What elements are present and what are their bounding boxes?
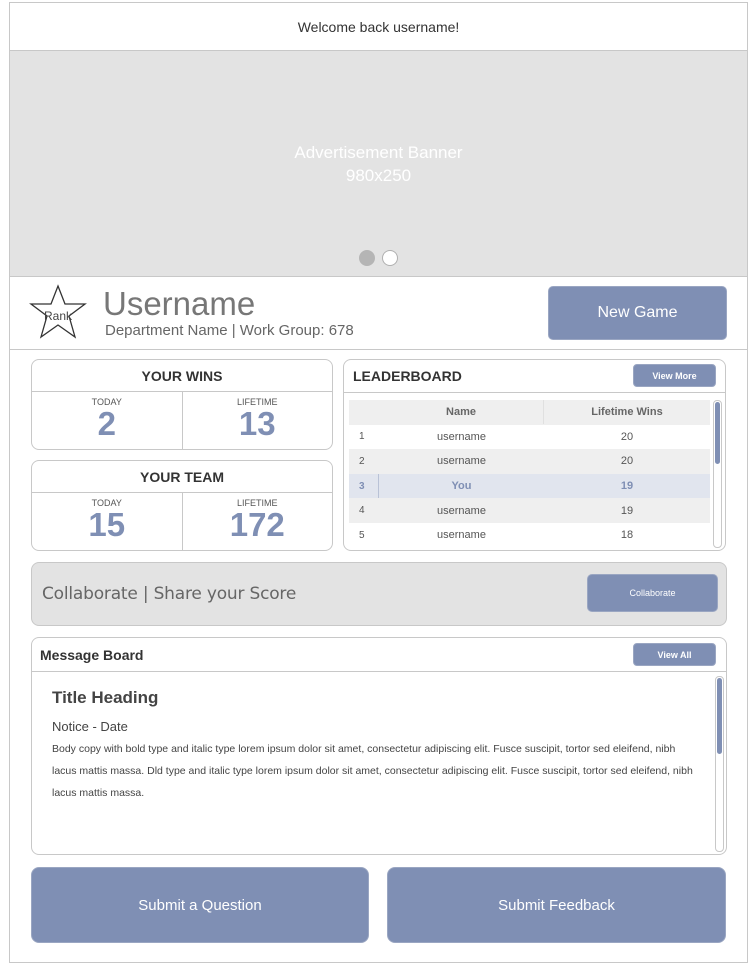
message-board-scrollbar[interactable] [715,676,724,852]
welcome-bar: Welcome back username! [10,3,747,51]
message-post: Title Heading Notice - Date Body copy wi… [52,688,702,804]
post-notice: Notice - Date [52,719,128,734]
row-name: You [451,480,472,493]
leaderboard-header: LEADERBOARD View More [344,360,725,393]
leaderboard-card: LEADERBOARD View More Name Lifetime Wins… [343,359,726,551]
collaborate-button[interactable]: Collaborate [587,574,718,612]
view-more-button[interactable]: View More [633,364,716,387]
row-wins: 20 [620,455,634,468]
message-board-header: Message Board View All [32,638,726,672]
leaderboard-row[interactable]: 4 username 19 [349,498,710,523]
advertisement-banner[interactable]: Advertisement Banner 980x250 [10,51,747,277]
profile-header: Rank Username Department Name | Work Gro… [10,278,747,350]
welcome-text: Welcome back username! [297,18,460,35]
banner-dot-1[interactable] [359,250,375,266]
leaderboard-row[interactable]: 2 username 20 [349,449,710,474]
row-wins: 20 [620,430,634,443]
username: Username [103,285,256,322]
rank-badge: Rank [29,284,87,340]
column-name[interactable]: Name [379,400,544,425]
view-all-button[interactable]: View All [633,643,716,666]
wins-today-value: 2 [97,405,116,442]
team-lifetime: LIFETIME 172 [181,493,333,550]
row-wins: 19 [620,480,634,493]
row-rank: 2 [359,455,365,467]
your-wins-title: YOUR WINS [32,360,332,392]
row-wins: 19 [620,504,634,517]
submit-question-button[interactable]: Submit a Question [31,867,369,943]
new-game-button[interactable]: New Game [548,286,727,340]
collaborate-panel: Collaborate | Share your Score Collabora… [31,562,727,626]
row-wins: 18 [620,529,634,542]
wins-lifetime-value: 13 [238,405,276,442]
team-today-value: 15 [88,506,126,543]
leaderboard-table: Name Lifetime Wins 1 username 20 2 usern… [349,400,710,548]
message-board-card: Message Board View All Title Heading Not… [31,637,727,855]
rank-label: Rank [43,309,72,323]
row-rank: 1 [359,431,365,443]
collaborate-text: Collaborate | Share your Score [42,584,297,604]
column-lifetime-wins[interactable]: Lifetime Wins [544,406,710,418]
department-info: Department Name | Work Group: 678 [105,322,354,339]
team-today: TODAY 15 [32,493,182,550]
leaderboard-row[interactable]: 1 username 20 [349,425,710,450]
leaderboard-title: LEADERBOARD [353,368,462,384]
row-name: username [437,504,486,517]
banner-size: 980x250 [345,166,412,185]
leaderboard-row-you[interactable]: 3 You 19 [349,473,710,499]
your-team-title: YOUR TEAM [32,461,332,493]
your-wins-card: YOUR WINS TODAY 2 LIFETIME 13 [31,359,333,450]
leaderboard-scrollbar[interactable] [713,400,722,548]
row-name: username [437,529,486,542]
post-title: Title Heading [52,688,159,707]
row-rank: 3 [349,474,379,499]
row-rank: 5 [359,529,365,541]
submit-feedback-button[interactable]: Submit Feedback [387,867,726,943]
leaderboard-row[interactable]: 5 username 18 [349,523,710,548]
message-board-scroll-thumb[interactable] [717,678,722,754]
wins-today: TODAY 2 [32,392,182,449]
message-board-title: Message Board [40,646,144,663]
row-rank: 4 [359,505,365,517]
post-body: Body copy with bold type and italic type… [52,743,693,799]
app-frame: Welcome back username! Advertisement Ban… [9,2,748,963]
row-name: username [437,430,486,443]
leaderboard-header-row: Name Lifetime Wins [349,400,710,425]
leaderboard-scroll-thumb[interactable] [715,402,720,464]
row-name: username [437,455,486,468]
your-team-card: YOUR TEAM TODAY 15 LIFETIME 172 [31,460,333,551]
team-lifetime-value: 172 [229,506,285,543]
banner-title: Advertisement Banner [294,143,463,162]
wins-lifetime: LIFETIME 13 [181,392,333,449]
banner-pagination [10,250,747,266]
banner-dot-2[interactable] [382,250,398,266]
banner-text: Advertisement Banner 980x250 [10,141,747,187]
